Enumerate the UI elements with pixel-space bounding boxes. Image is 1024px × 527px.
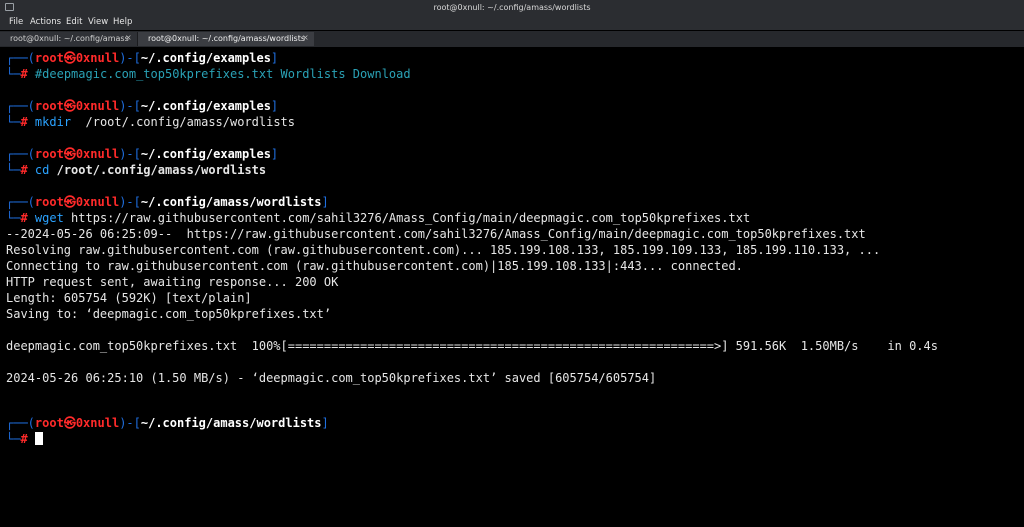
command-name: mkdir	[34, 115, 72, 129]
prompt-line: ┌──(root㉿0xnull)-[~/.config/amass/wordli…	[6, 194, 329, 210]
prompt-separator: )-[	[119, 99, 141, 113]
prompt-user: root	[34, 99, 64, 113]
prompt-separator: )-[	[119, 416, 141, 430]
prompt-box-open: ┌──(	[6, 195, 35, 209]
prompt-path: ~/.config/examples	[140, 51, 271, 65]
prompt-line: ┌──(root㉿0xnull)-[~/.config/amass/wordli…	[6, 415, 329, 431]
tab-label: root@0xnull: ~/.config/amass	[10, 34, 129, 43]
menu-bar: File Actions Edit View Help	[0, 15, 1024, 30]
prompt-line: ┌──(root㉿0xnull)-[~/.config/examples]	[6, 50, 278, 66]
menu-help[interactable]: Help	[113, 17, 132, 27]
prompt-hash: #	[20, 115, 28, 129]
prompt-hash: #	[20, 163, 28, 177]
command-line: └─# cd /root/.config/amass/wordlists	[6, 162, 266, 178]
prompt-separator: )-[	[119, 147, 141, 161]
prompt-user: root	[34, 51, 64, 65]
prompt-line: ┌──(root㉿0xnull)-[~/.config/examples]	[6, 146, 278, 162]
prompt-path: ~/.config/examples	[140, 99, 271, 113]
prompt-user: root	[34, 195, 64, 209]
text-cursor	[34, 432, 43, 445]
prompt-corner: └─	[6, 211, 21, 225]
prompt-box-close: ]	[321, 195, 329, 209]
menu-actions[interactable]: Actions	[30, 17, 61, 27]
command-args: /root/.config/amass/wordlists	[71, 115, 296, 129]
prompt-host: 0xnull	[75, 51, 120, 65]
prompt-host: 0xnull	[75, 147, 120, 161]
command-args: https://raw.githubusercontent.com/sahil3…	[63, 211, 751, 225]
prompt-box-open: ┌──(	[6, 416, 35, 430]
prompt-corner: └─	[6, 163, 21, 177]
prompt-hash: #	[20, 211, 28, 225]
output-line: HTTP request sent, awaiting response... …	[6, 275, 339, 289]
command-line: └─# wget https://raw.githubusercontent.c…	[6, 210, 750, 226]
command-line[interactable]: └─#	[6, 431, 43, 447]
menu-edit[interactable]: Edit	[66, 17, 82, 27]
terminal-output[interactable]: ┌──(root㉿0xnull)-[~/.config/examples] └─…	[0, 47, 1024, 456]
prompt-corner: └─	[6, 432, 21, 446]
prompt-box-close: ]	[270, 99, 279, 113]
prompt-path: ~/.config/examples	[140, 147, 271, 161]
skull-icon: ㉿	[63, 416, 76, 430]
prompt-separator: )-[	[119, 195, 141, 209]
prompt-path: ~/.config/amass/wordlists	[140, 416, 322, 430]
command-line: └─# #deepmagic.com_top50kprefixes.txt Wo…	[6, 66, 411, 82]
prompt-path: ~/.config/amass/wordlists	[140, 195, 322, 209]
command-args: /root/.config/amass/wordlists	[49, 163, 267, 177]
prompt-line: ┌──(root㉿0xnull)-[~/.config/examples]	[6, 98, 278, 114]
command-comment: #deepmagic.com_top50kprefixes.txt Wordli…	[34, 67, 411, 81]
window-titlebar[interactable]: root@0xnull: ~/.config/amass/wordlists	[0, 0, 1024, 15]
prompt-box-close: ]	[270, 51, 279, 65]
output-line: Connecting to raw.githubusercontent.com …	[6, 259, 743, 273]
output-line: Resolving raw.githubusercontent.com (raw…	[6, 243, 881, 257]
tab-amass[interactable]: root@0xnull: ~/.config/amass ×	[0, 32, 138, 46]
prompt-box-open: ┌──(	[6, 99, 35, 113]
prompt-user: root	[34, 147, 64, 161]
prompt-host: 0xnull	[75, 195, 120, 209]
command-name: wget	[34, 211, 64, 225]
prompt-box-close: ]	[270, 147, 279, 161]
tab-wordlists[interactable]: root@0xnull: ~/.config/amass/wordlists ×	[138, 32, 314, 46]
skull-icon: ㉿	[63, 195, 76, 209]
prompt-box-close: ]	[321, 416, 329, 430]
menu-view[interactable]: View	[88, 17, 108, 27]
prompt-host: 0xnull	[75, 99, 120, 113]
prompt-box-open: ┌──(	[6, 147, 35, 161]
prompt-box-open: ┌──(	[6, 51, 35, 65]
progress-line: deepmagic.com_top50kprefixes.txt 100%[==…	[6, 339, 938, 353]
output-line: Length: 605754 (592K) [text/plain]	[6, 291, 252, 305]
output-line: --2024-05-26 06:25:09-- https://raw.gith…	[6, 227, 866, 241]
menu-file[interactable]: File	[9, 17, 23, 27]
prompt-corner: └─	[6, 115, 21, 129]
prompt-host: 0xnull	[75, 416, 120, 430]
prompt-separator: )-[	[119, 51, 141, 65]
output-line: Saving to: ‘deepmagic.com_top50kprefixes…	[6, 307, 332, 321]
prompt-corner: └─	[6, 67, 21, 81]
tab-bar: root@0xnull: ~/.config/amass × root@0xnu…	[0, 31, 1024, 47]
prompt-hash: #	[20, 67, 28, 81]
tab-close-icon[interactable]: ×	[302, 33, 309, 42]
tab-close-icon[interactable]: ×	[125, 33, 132, 42]
prompt-user: root	[34, 416, 64, 430]
skull-icon: ㉿	[63, 147, 76, 161]
command-name: cd	[34, 163, 50, 177]
output-line: 2024-05-26 06:25:10 (1.50 MB/s) - ‘deepm…	[6, 371, 657, 385]
tab-label: root@0xnull: ~/.config/amass/wordlists	[148, 34, 306, 43]
prompt-hash: #	[20, 432, 28, 446]
window-title: root@0xnull: ~/.config/amass/wordlists	[433, 3, 591, 12]
command-line: └─# mkdir /root/.config/amass/wordlists	[6, 114, 295, 130]
skull-icon: ㉿	[63, 51, 76, 65]
skull-icon: ㉿	[63, 99, 76, 113]
